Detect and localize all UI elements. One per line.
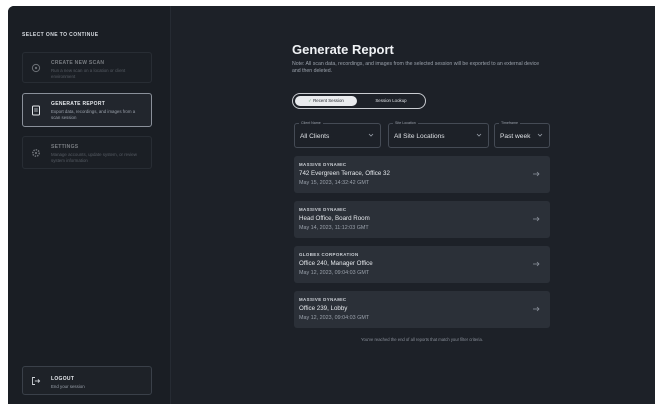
field-value: All Clients: [300, 133, 330, 140]
main-panel: Generate Report Note: All scan data, rec…: [170, 6, 655, 404]
logout-button[interactable]: LOGOUT End your session: [22, 366, 152, 395]
timeframe-select[interactable]: Timeframe Past week: [494, 121, 550, 148]
field-label: Client Name: [299, 121, 323, 125]
option-title: GENERATE REPORT: [51, 101, 106, 107]
session-item[interactable]: GLOBEX CORPORATION Office 240, Manager O…: [294, 246, 550, 283]
arrow-right-icon: [533, 306, 540, 312]
tab-session-lookup[interactable]: Session Lookup: [359, 96, 423, 106]
field-value: All Site Locations: [394, 133, 445, 140]
check-icon: ✓: [308, 98, 312, 103]
chevron-down-icon: [537, 133, 543, 137]
option-title: CREATE NEW SCAN: [51, 60, 105, 66]
sidebar-heading: SELECT ONE TO CONTINUE: [22, 32, 99, 38]
tab-label: Session Lookup: [375, 98, 407, 103]
sidebar: SELECT ONE TO CONTINUE CREATE NEW SCAN R…: [8, 6, 171, 404]
session-timestamp: May 14, 2023, 11:12:03 GMT: [299, 225, 369, 231]
create-new-scan-option[interactable]: CREATE NEW SCAN Run a new scan on a loca…: [22, 52, 152, 83]
option-subtitle: Export data, recordings, and images from…: [51, 109, 136, 120]
tab-recent-session[interactable]: ✓ Recent Session: [295, 96, 357, 106]
logout-title: LOGOUT: [51, 376, 75, 382]
page-title: Generate Report: [292, 42, 394, 57]
field-label: Site Location: [393, 121, 418, 125]
session-location: Office 239, Lobby: [299, 305, 348, 312]
session-item[interactable]: MASSIVE DYNAMIC 742 Evergreen Terrace, O…: [294, 156, 550, 193]
session-client: GLOBEX CORPORATION: [299, 252, 359, 257]
session-timestamp: May 12, 2023, 09:04:03 GMT: [299, 270, 370, 276]
chevron-down-icon: [476, 133, 482, 137]
session-item[interactable]: MASSIVE DYNAMIC Head Office, Board Room …: [294, 201, 550, 238]
arrow-right-icon: [533, 216, 540, 222]
settings-option[interactable]: SETTINGS Manage accounts, update system,…: [22, 136, 152, 169]
session-location: 742 Evergreen Terrace, Office 32: [299, 170, 390, 177]
site-location-select[interactable]: Site Location All Site Locations: [388, 121, 489, 148]
arrow-right-icon: [533, 171, 540, 177]
chevron-down-icon: [368, 133, 374, 137]
app-window: SELECT ONE TO CONTINUE CREATE NEW SCAN R…: [8, 6, 655, 404]
tab-label: Recent Session: [313, 98, 344, 103]
option-title: SETTINGS: [51, 144, 79, 150]
session-timestamp: May 12, 2023, 09:04:03 GMT: [299, 315, 370, 321]
session-client: MASSIVE DYNAMIC: [299, 207, 347, 212]
session-timestamp: May 15, 2023, 14:32:42 GMT: [299, 180, 370, 186]
end-of-list-note: You've reached the end of all reports th…: [361, 337, 483, 342]
session-client: MASSIVE DYNAMIC: [299, 162, 347, 167]
session-client: MASSIVE DYNAMIC: [299, 297, 347, 302]
option-subtitle: Manage accounts, update system, or revie…: [51, 152, 137, 163]
report-icon: [30, 104, 42, 116]
session-location: Head Office, Board Room: [299, 215, 370, 222]
client-name-select[interactable]: Client Name All Clients: [294, 121, 381, 148]
page-description: Note: All scan data, recordings, and ima…: [292, 61, 540, 74]
field-label: Timeframe: [499, 121, 521, 125]
logout-subtitle: End your session: [51, 384, 85, 389]
scan-icon: [30, 62, 42, 74]
session-item[interactable]: MASSIVE DYNAMIC Office 239, Lobby May 12…: [294, 291, 550, 328]
gear-icon: [30, 147, 42, 159]
field-value: Past week: [500, 133, 531, 140]
arrow-right-icon: [533, 261, 540, 267]
generate-report-option[interactable]: GENERATE REPORT Export data, recordings,…: [22, 93, 152, 127]
session-location: Office 240, Manager Office: [299, 260, 373, 267]
logout-icon: [30, 375, 42, 387]
session-mode-toggle: ✓ Recent Session Session Lookup: [292, 93, 426, 109]
option-subtitle: Run a new scan on a location or client e…: [51, 68, 126, 79]
